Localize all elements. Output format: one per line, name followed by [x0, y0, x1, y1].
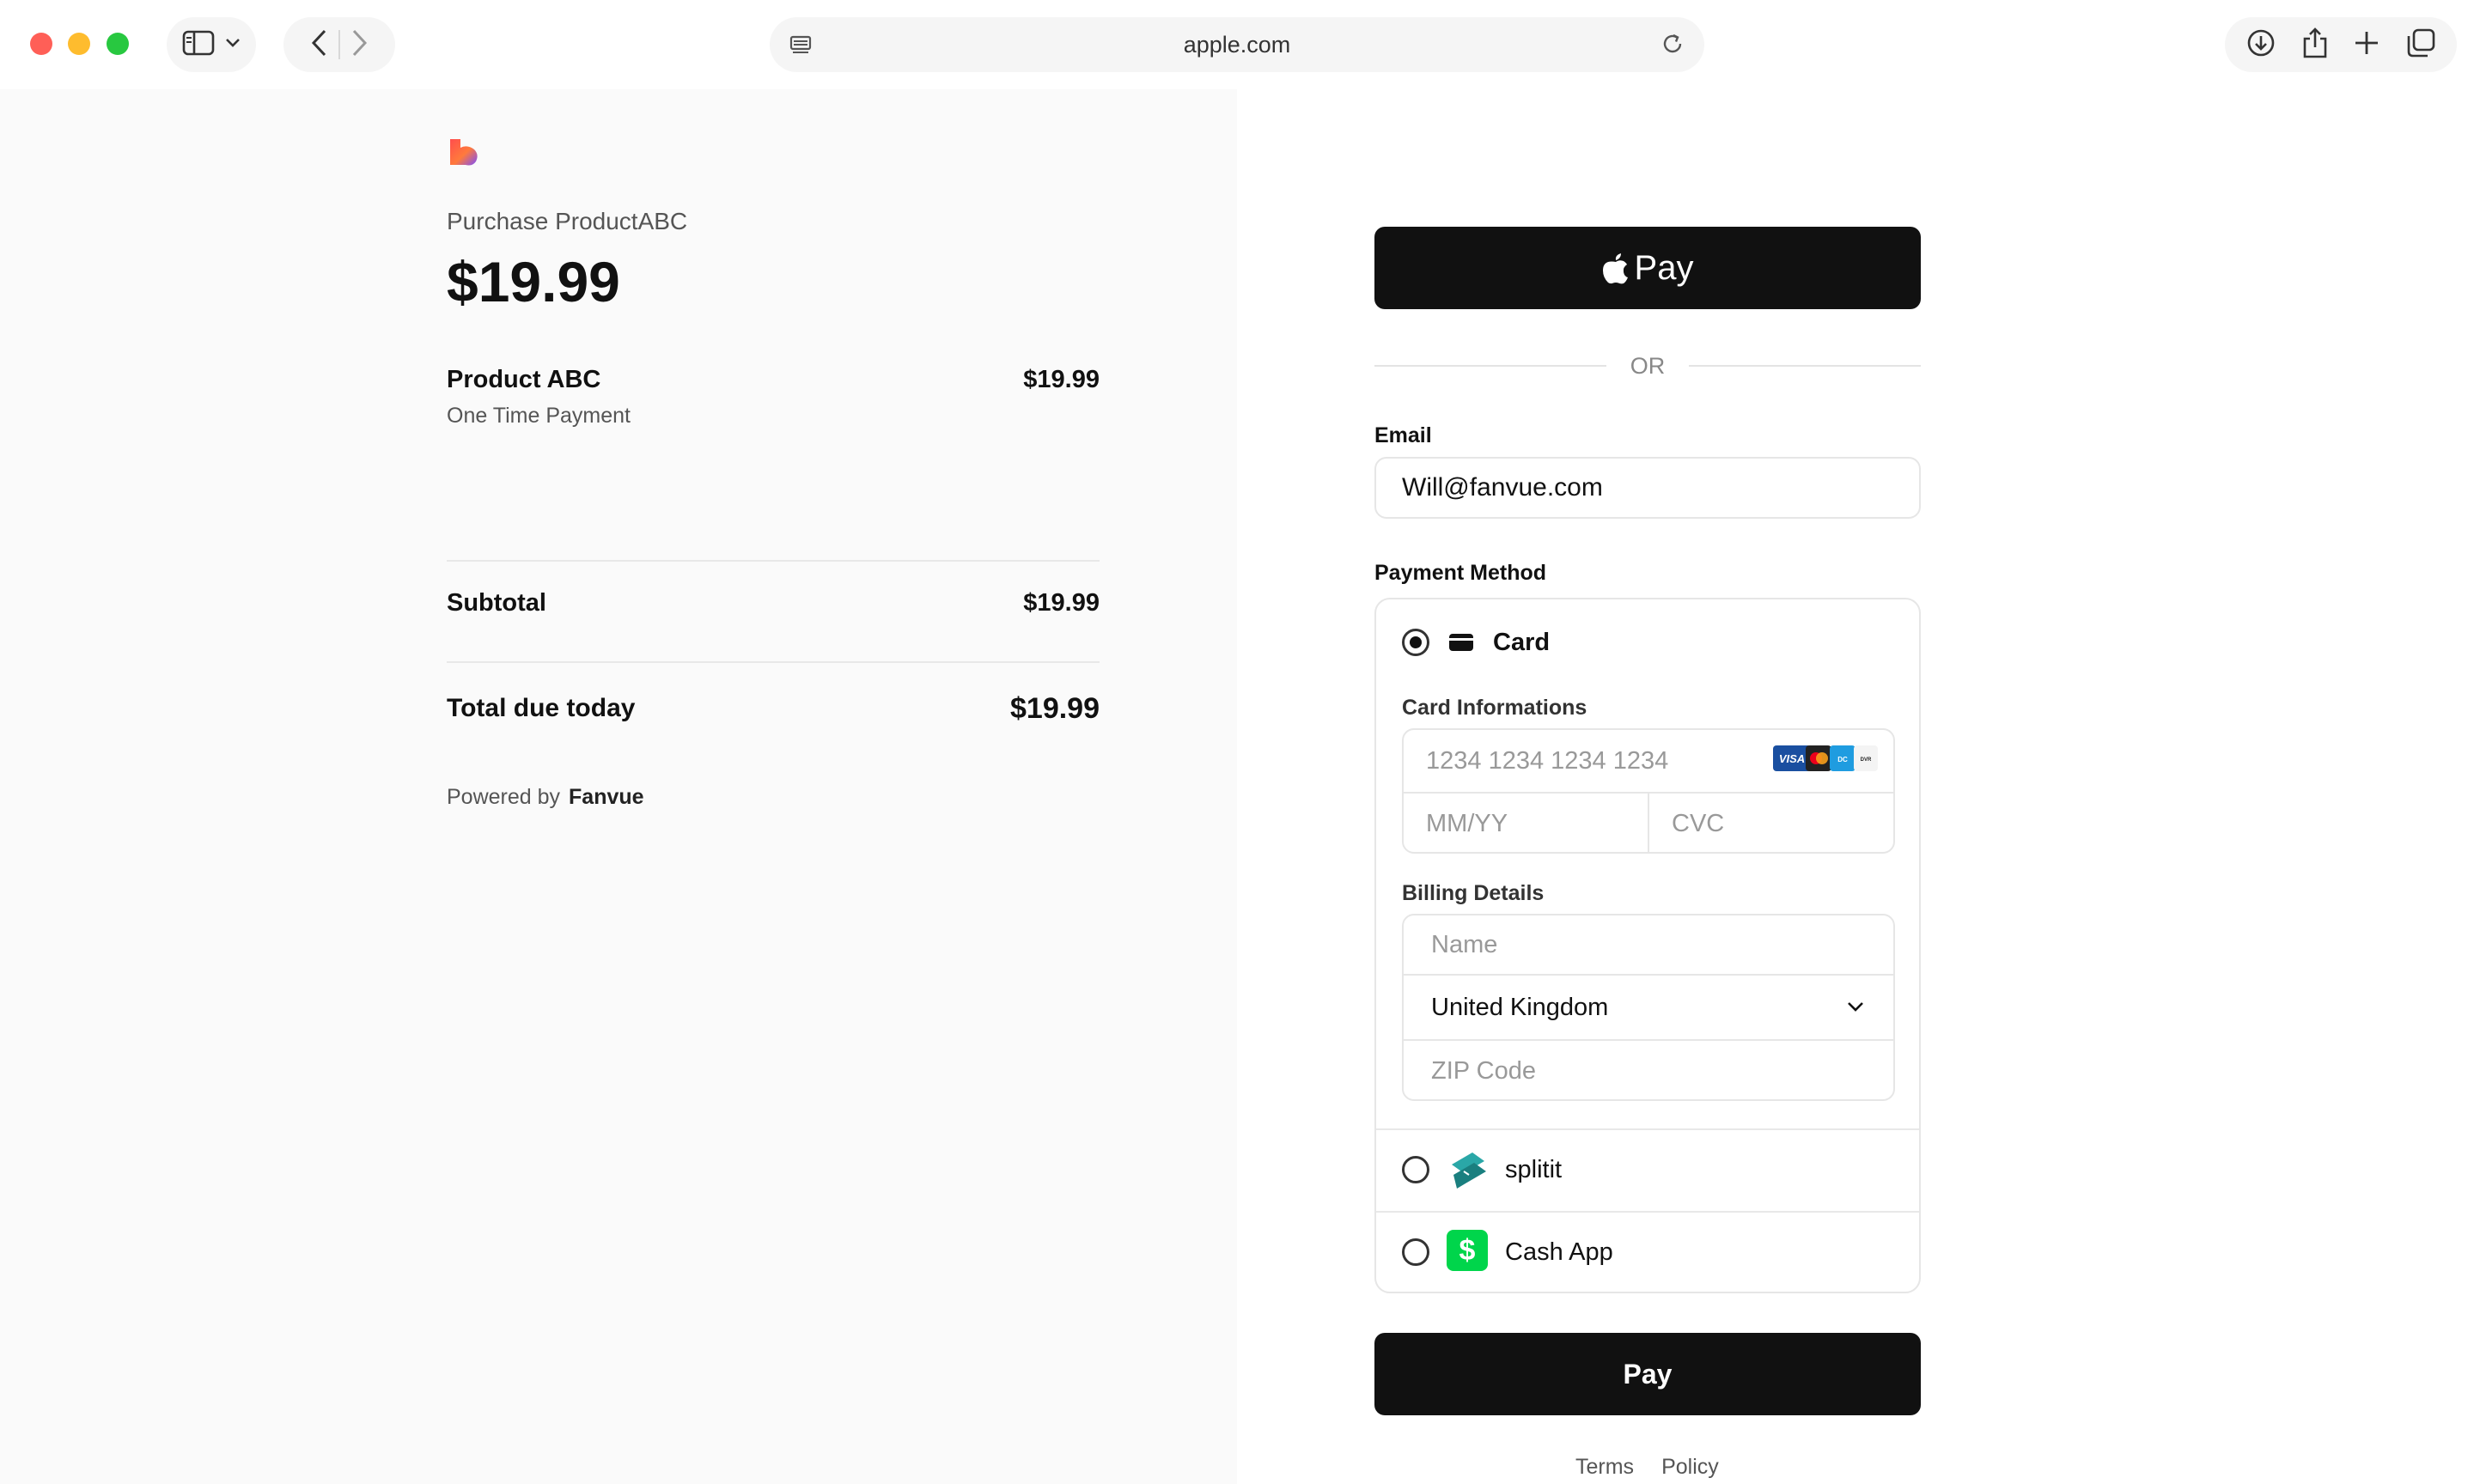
card-details-group: 1234 1234 1234 1234 VISA DC DVR MM/YY CV… [1402, 728, 1895, 854]
nav-divider [338, 30, 340, 59]
total-label: Total due today [447, 694, 636, 722]
share-icon[interactable] [2301, 27, 2329, 64]
summary-divider [447, 560, 1100, 562]
forward-icon[interactable] [349, 28, 369, 62]
zip-input[interactable]: ZIP Code [1431, 1041, 1536, 1101]
toolbar-actions [2225, 17, 2457, 72]
billing-details-group: Name United Kingdom ZIP Code [1402, 914, 1895, 1101]
or-line-right [1689, 365, 1921, 367]
name-field-row: Name [1404, 915, 1893, 976]
chevron-down-icon [225, 37, 241, 52]
product-price: $19.99 [1023, 366, 1100, 393]
payment-option-divider [1376, 1128, 1919, 1130]
apple-logo-icon [1602, 252, 1630, 284]
payment-option-divider [1376, 1211, 1919, 1213]
or-line-left [1374, 365, 1606, 367]
splitit-logo-icon [1447, 1149, 1491, 1196]
card-radio[interactable] [1402, 629, 1429, 656]
purchase-price: $19.99 [447, 250, 620, 313]
footer-links: Terms Policy [1575, 1455, 1719, 1480]
back-icon[interactable] [309, 28, 330, 62]
powered-by-label: Powered by [447, 785, 561, 809]
mastercard-icon [1806, 745, 1831, 775]
card-grid-divider [1648, 792, 1649, 852]
product-subtitle: One Time Payment [447, 404, 631, 428]
subtotal-value: $19.99 [1023, 589, 1100, 617]
card-brands: VISA DC DVR [1773, 745, 1878, 775]
close-window-button[interactable] [30, 33, 52, 55]
url-host: apple.com [1183, 32, 1291, 58]
cash-app-logo-icon: $ [1447, 1230, 1488, 1271]
splitit-radio[interactable] [1402, 1156, 1429, 1183]
cashapp-radio[interactable] [1402, 1238, 1429, 1266]
email-label: Email [1374, 423, 1432, 447]
download-icon[interactable] [2245, 27, 2276, 63]
card-option-label[interactable]: Card [1493, 629, 1550, 657]
name-input[interactable]: Name [1431, 915, 1497, 974]
billing-details-label: Billing Details [1402, 881, 1545, 905]
payment-method-box: Card Card Informations 1234 1234 1234 12… [1374, 598, 1921, 1293]
or-label: OR [1630, 352, 1666, 379]
product-name: Product ABC [447, 366, 601, 393]
amex-icon: DC [1830, 745, 1855, 775]
card-info-label: Card Informations [1402, 696, 1587, 720]
minimize-window-button[interactable] [68, 33, 90, 55]
country-value: United Kingdom [1431, 993, 1609, 1021]
powered-by-brand-link[interactable]: Fanvue [569, 785, 644, 809]
svg-text:VISA: VISA [1779, 752, 1805, 765]
email-field[interactable]: Will@fanvue.com [1374, 457, 1921, 519]
discover-icon: DVR [1854, 745, 1878, 775]
payment-method-label: Payment Method [1374, 561, 1547, 585]
navigation-buttons [283, 17, 395, 72]
cvc-input[interactable]: CVC [1672, 794, 1724, 854]
fanvue-logo-icon [448, 137, 479, 171]
pay-button[interactable]: Pay [1374, 1333, 1921, 1415]
or-divider: OR [1374, 350, 1921, 381]
purchase-title: Purchase ProductABC [447, 208, 688, 234]
card-number-input[interactable]: 1234 1234 1234 1234 [1426, 730, 1668, 792]
country-select[interactable]: United Kingdom [1404, 976, 1893, 1041]
svg-text:DVR: DVR [1861, 757, 1872, 763]
address-bar[interactable]: apple.com [770, 17, 1704, 72]
credit-card-icon [1448, 632, 1474, 657]
chevron-down-icon [1845, 996, 1866, 1021]
policy-link[interactable]: Policy [1661, 1455, 1719, 1480]
new-tab-icon[interactable] [2353, 29, 2380, 61]
cashapp-option-label[interactable]: Cash App [1505, 1238, 1613, 1267]
sidebar-icon [182, 30, 216, 60]
powered-by: Powered by Fanvue [447, 785, 644, 810]
terms-link[interactable]: Terms [1575, 1455, 1634, 1480]
apple-pay-label: Pay [1634, 248, 1694, 287]
sidebar-toggle-button[interactable] [167, 17, 256, 72]
reload-icon[interactable] [1660, 31, 1685, 61]
apple-pay-button[interactable]: Pay [1374, 227, 1921, 309]
expiry-input[interactable]: MM/YY [1426, 794, 1508, 854]
total-value: $19.99 [1010, 692, 1100, 725]
tab-overview-icon[interactable] [2405, 27, 2436, 63]
splitit-option-label[interactable]: splitit [1505, 1156, 1562, 1184]
zip-field-row: ZIP Code [1404, 1041, 1893, 1101]
svg-text:DC: DC [1837, 756, 1848, 763]
subtotal-label: Subtotal [447, 589, 546, 617]
browser-window: apple.com Purchase ProductABC $19.99 Pro… [0, 0, 2474, 1484]
maximize-window-button[interactable] [107, 33, 129, 55]
browser-toolbar: apple.com [0, 0, 2474, 89]
summary-divider [447, 661, 1100, 663]
